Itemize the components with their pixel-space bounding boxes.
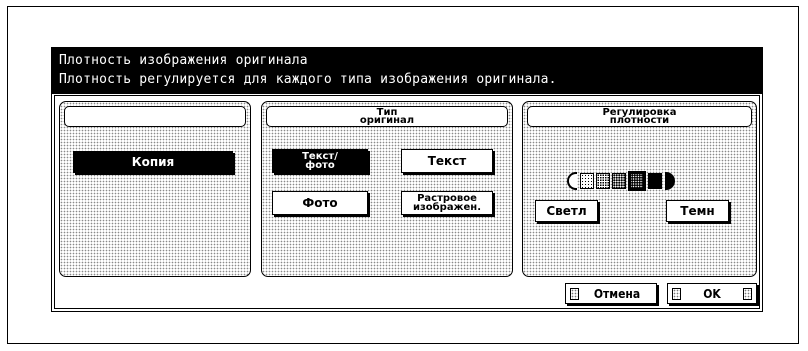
dialog-title: Плотность изображения оригинала	[59, 53, 308, 68]
original-type-header: Тип оригинал	[266, 106, 508, 127]
dark-half-circle-icon	[665, 172, 675, 190]
darker-button[interactable]: Темн	[666, 200, 729, 222]
original-type-title-2: оригинал	[359, 115, 415, 126]
ok-label: OK	[703, 286, 721, 301]
density-level-5[interactable]	[648, 173, 662, 189]
copy-panel-header	[64, 106, 246, 127]
density-scale	[567, 171, 675, 191]
raster-image-button[interactable]: Растровое изображен.	[401, 191, 493, 215]
ok-button[interactable]: OK	[667, 283, 757, 304]
text-photo-label-2: фото	[305, 160, 335, 171]
dialog-header: Плотность изображения оригинала Плотност…	[52, 48, 762, 94]
density-level-2[interactable]	[596, 173, 610, 189]
text-button[interactable]: Текст	[401, 149, 493, 173]
dialog-body: Копия Тип оригинал Текст/ фото Текст Фот…	[54, 95, 760, 309]
density-level-1[interactable]	[580, 173, 594, 189]
density-level-3[interactable]	[612, 173, 626, 189]
ok-notch-right-icon	[743, 288, 752, 300]
lighter-button[interactable]: Светл	[535, 200, 598, 222]
light-half-circle-icon	[567, 172, 577, 190]
original-type-panel: Тип оригинал Текст/ фото Текст Фото Раст…	[261, 101, 513, 277]
cancel-notch-icon	[570, 288, 579, 300]
dialog-subtitle: Плотность регулируется для каждого типа …	[59, 72, 557, 87]
text-photo-button[interactable]: Текст/ фото	[272, 149, 368, 173]
density-title-2: плотности	[609, 115, 670, 126]
photo-button[interactable]: Фото	[272, 191, 368, 215]
raster-label-2: изображен.	[412, 202, 482, 213]
cancel-label: Отмена	[593, 286, 641, 301]
cancel-button[interactable]: Отмена	[565, 283, 657, 304]
density-dialog: Плотность изображения оригинала Плотност…	[51, 47, 763, 312]
copy-button[interactable]: Копия	[73, 151, 233, 173]
density-panel: Регулировка плотности Светл Темн	[522, 101, 757, 277]
density-panel-header: Регулировка плотности	[527, 106, 752, 127]
ok-notch-left-icon	[672, 288, 681, 300]
copy-panel: Копия	[59, 101, 251, 277]
density-level-4-selected[interactable]	[628, 171, 646, 191]
